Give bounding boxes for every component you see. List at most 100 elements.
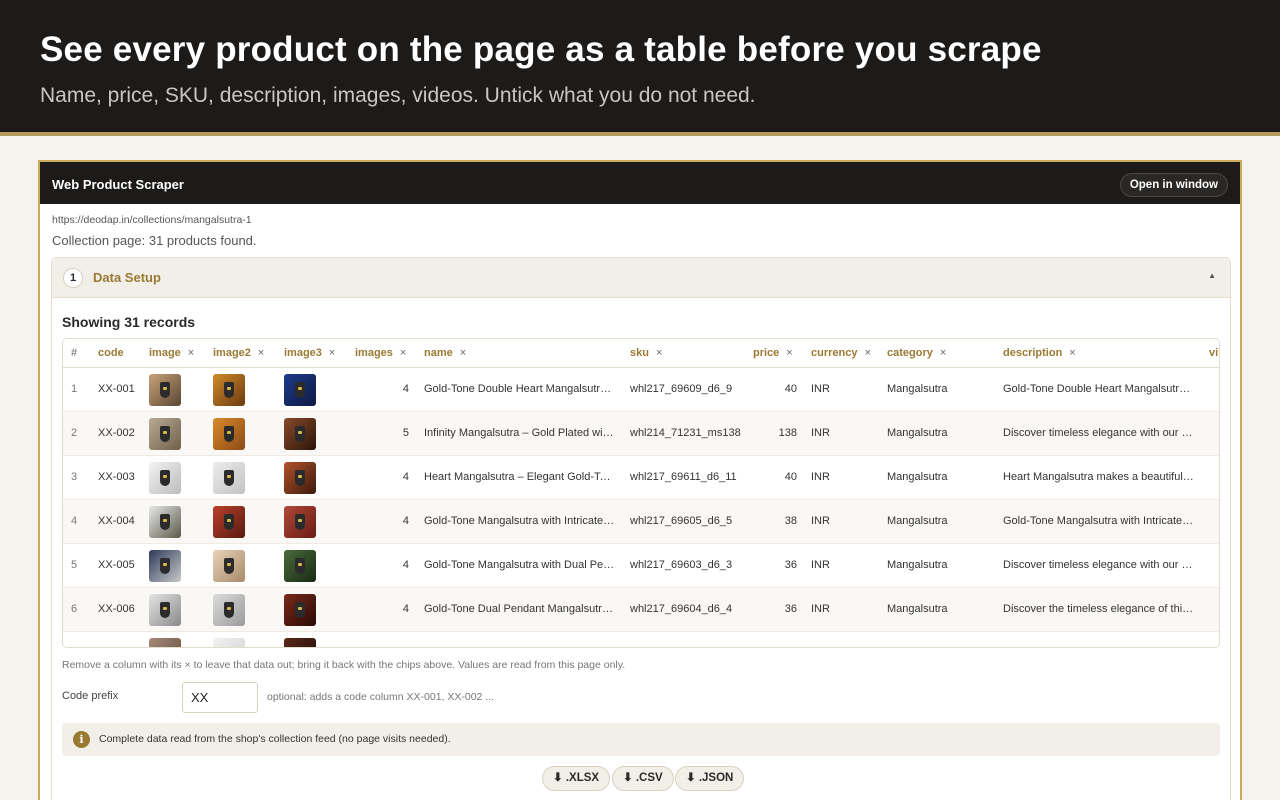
remove-column-icon[interactable]: × <box>1069 347 1075 359</box>
remove-column-icon[interactable]: × <box>258 347 264 359</box>
pendant-image <box>160 470 170 486</box>
product-image2-thumbnail[interactable] <box>213 550 245 582</box>
product-image3-thumbnail[interactable] <box>284 374 316 406</box>
cell-description: Gold-Tone Double Heart Mangalsutra Neckl… <box>1003 383 1195 395</box>
hero-title: See every product on the page as a table… <box>40 30 1042 69</box>
cell-currency: INR <box>811 471 830 483</box>
product-image-thumbnail <box>284 638 316 647</box>
remove-column-icon[interactable]: × <box>329 347 335 359</box>
product-image-thumbnail[interactable] <box>149 462 181 494</box>
export-xlsx-button[interactable]: ⬇ .XLSX <box>542 766 611 791</box>
cell-index: 6 <box>71 603 78 615</box>
open-in-window-button[interactable]: Open in window <box>1119 173 1228 197</box>
remove-column-icon[interactable]: × <box>786 347 792 359</box>
product-image3-thumbnail[interactable] <box>284 506 316 538</box>
column-header-index: # <box>71 347 77 359</box>
column-header-sku: sku × <box>630 347 662 359</box>
product-image-thumbnail[interactable] <box>149 418 181 450</box>
cell-index: 1 <box>71 383 78 395</box>
column-header-images: images × <box>355 347 406 359</box>
column-header-label: name <box>424 347 453 359</box>
cell-category: Mangalsutra <box>887 603 948 615</box>
table-row-partial <box>63 632 1219 647</box>
remove-column-icon[interactable]: × <box>400 347 406 359</box>
pendant-image <box>224 426 234 442</box>
pendant-image <box>160 514 170 530</box>
column-header-label: image3 <box>284 347 322 359</box>
product-image2-thumbnail[interactable] <box>213 594 245 626</box>
cell-name: Heart Mangalsutra – Elegant Gold-Tone De… <box>424 471 616 483</box>
product-image-thumbnail[interactable] <box>149 594 181 626</box>
cell-code: XX-003 <box>98 471 135 483</box>
data-setup-title: Data Setup <box>93 270 161 285</box>
export-csv-button[interactable]: ⬇ .CSV <box>612 766 674 791</box>
product-image2-thumbnail[interactable] <box>213 462 245 494</box>
product-image2-thumbnail[interactable] <box>213 374 245 406</box>
column-header-price: price × <box>753 347 793 359</box>
product-image-thumbnail <box>149 638 181 647</box>
cell-images-count: 4 <box>402 559 409 571</box>
cell-name: Gold-Tone Mangalsutra with Intricate Pen… <box>424 515 616 527</box>
product-image3-thumbnail[interactable] <box>284 462 316 494</box>
table-row[interactable]: 5 XX-005 4 Gold-Tone Mangalsutra with Dual … <box>63 544 1219 588</box>
app-titlebar: Web Product Scraper Open in window <box>40 162 1240 204</box>
product-image3-thumbnail[interactable] <box>284 418 316 450</box>
pendant-image <box>295 602 305 618</box>
cell-code: XX-001 <box>98 383 135 395</box>
column-header-label: images <box>355 347 393 359</box>
table-row[interactable]: 2 XX-002 5 Infinity Mangalsutra – Gold Plat… <box>63 412 1219 456</box>
page-url: https://deodap.in/collections/mangalsutr… <box>52 214 252 226</box>
cell-sku: whl217_69609_d6_9 <box>630 383 733 395</box>
remove-column-icon[interactable]: × <box>940 347 946 359</box>
table-row[interactable]: 6 XX-006 4 Gold-Tone Dual Pendant Mangalsut… <box>63 588 1219 632</box>
product-image-thumbnail[interactable] <box>149 550 181 582</box>
cell-price: 36 <box>784 603 797 615</box>
cell-name: Gold-Tone Double Heart Mangalsutra Neckl… <box>424 383 616 395</box>
cell-code: XX-004 <box>98 515 135 527</box>
status-text: Collection page: 31 products found. <box>52 233 257 248</box>
remove-column-icon[interactable]: × <box>656 347 662 359</box>
cell-price: 138 <box>778 427 797 439</box>
pendant-image <box>295 470 305 486</box>
cell-images-count: 4 <box>402 603 409 615</box>
pendant-image <box>224 470 234 486</box>
remove-column-icon[interactable]: × <box>188 347 194 359</box>
cell-sku: whl217_69605_d6_5 <box>630 515 733 527</box>
product-image-thumbnail[interactable] <box>149 506 181 538</box>
pendant-image <box>224 602 234 618</box>
cell-images-count: 4 <box>402 515 409 527</box>
data-setup-header[interactable]: 1 Data Setup ▲ <box>52 258 1230 298</box>
column-header-label: image2 <box>213 347 251 359</box>
collapse-icon[interactable]: ▲ <box>1208 271 1216 280</box>
cell-currency: INR <box>811 383 830 395</box>
code-prefix-note: optional: adds a code column XX-001, XX-… <box>267 691 495 703</box>
product-image-thumbnail[interactable] <box>149 374 181 406</box>
product-image3-thumbnail[interactable] <box>284 550 316 582</box>
table-row[interactable]: 4 XX-004 4 Gold-Tone Mangalsutra with Intri… <box>63 500 1219 544</box>
remove-column-icon[interactable]: × <box>864 347 870 359</box>
remove-column-icon[interactable]: × <box>460 347 466 359</box>
cell-price: 40 <box>784 383 797 395</box>
column-header-category: category × <box>887 347 946 359</box>
pendant-image <box>295 514 305 530</box>
export-json-button[interactable]: ⬇ .JSON <box>675 766 745 791</box>
product-image3-thumbnail[interactable] <box>284 594 316 626</box>
column-header-label: category <box>887 347 933 359</box>
table-row[interactable]: 1 XX-001 4 Gold-Tone Double Heart Mangalsut… <box>63 368 1219 412</box>
cell-sku: whl214_71231_ms138 <box>630 427 741 439</box>
cell-description: Discover timeless elegance with our Mang… <box>1003 559 1195 571</box>
cell-index: 3 <box>71 471 78 483</box>
cell-currency: INR <box>811 603 830 615</box>
table-row[interactable]: 3 XX-003 4 Heart Mangalsutra – Elegant Gold… <box>63 456 1219 500</box>
product-image2-thumbnail[interactable] <box>213 418 245 450</box>
cell-category: Mangalsutra <box>887 383 948 395</box>
code-prefix-input[interactable] <box>182 682 258 713</box>
cell-name: Infinity Mangalsutra – Gold Plated with … <box>424 427 616 439</box>
cell-sku: whl217_69604_d6_4 <box>630 603 733 615</box>
pendant-image <box>295 426 305 442</box>
products-table: # code image × image2 × image3 × images × name × sku… <box>62 338 1220 648</box>
product-image2-thumbnail[interactable] <box>213 506 245 538</box>
cell-sku: whl217_69603_d6_3 <box>630 559 733 571</box>
cell-currency: INR <box>811 427 830 439</box>
cell-description: Gold-Tone Mangalsutra with Intricate Pen… <box>1003 515 1195 527</box>
